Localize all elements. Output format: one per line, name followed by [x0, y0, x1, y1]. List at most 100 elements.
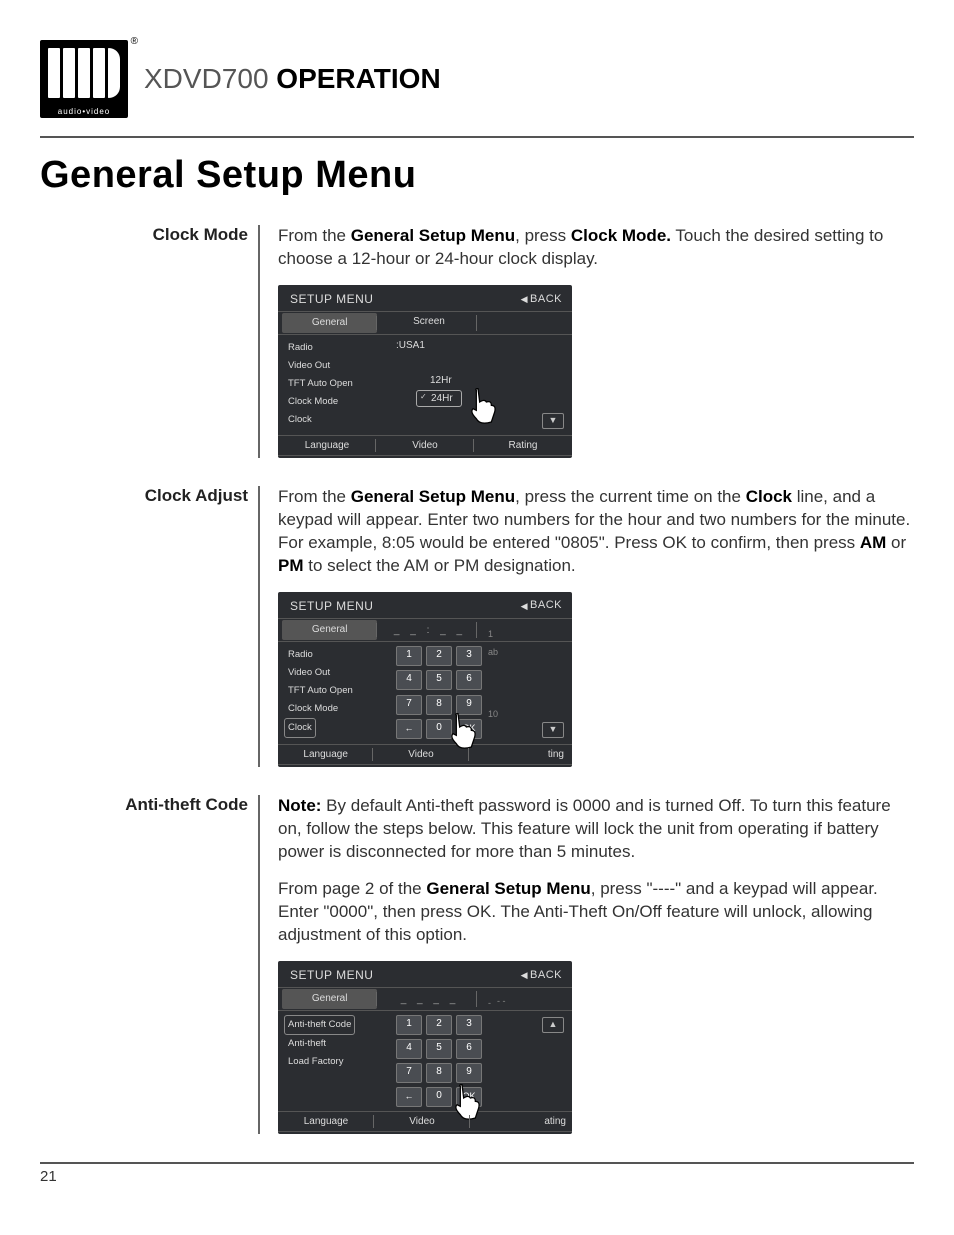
keypad-key[interactable]: 1	[396, 646, 422, 666]
keypad: 1 2 3 4 5 6 7 8 9 ← 0 OK	[396, 646, 482, 740]
brand-tagline: audio•video	[40, 107, 128, 116]
bottom-tabs: Language Video Rating	[278, 435, 572, 457]
page-number: 21	[40, 1168, 57, 1185]
radio-value: :USA1	[396, 339, 564, 353]
menu-item[interactable]: Radio	[288, 339, 388, 357]
tab-general[interactable]: General	[282, 313, 377, 333]
section-anti-theft: Anti-theft Code Note: By default Anti-th…	[40, 795, 914, 1134]
setup-menu-title: SETUP MENU	[290, 291, 373, 307]
section-label: Clock Adjust	[40, 486, 260, 767]
menu-item-selected[interactable]: Clock	[284, 718, 316, 738]
keypad-ok[interactable]: OK	[456, 1087, 482, 1107]
keypad-back-icon[interactable]: ←	[396, 1087, 422, 1107]
keypad-key[interactable]: 0	[426, 719, 452, 739]
option-24hr[interactable]: 24Hr	[416, 390, 462, 408]
section-text: From the General Setup Menu, press Clock…	[278, 225, 914, 271]
scroll-down-icon[interactable]: ▼	[542, 413, 564, 429]
section-body: From the General Setup Menu, press Clock…	[278, 225, 914, 458]
keypad-key[interactable]: 6	[456, 1039, 482, 1059]
menu-item[interactable]: Video Out	[288, 357, 388, 375]
menu-item[interactable]: Video Out	[288, 664, 388, 682]
header-rule	[40, 136, 914, 138]
section-clock-mode: Clock Mode From the General Setup Menu, …	[40, 225, 914, 458]
product-title: XDVD700 OPERATION	[144, 63, 441, 95]
keypad-key[interactable]: 9	[456, 1063, 482, 1083]
scroll-down-icon[interactable]: ▼	[542, 722, 564, 738]
page-footer: 21	[40, 1162, 914, 1185]
tab-general[interactable]: General	[282, 989, 377, 1009]
keypad-key[interactable]: 4	[396, 1039, 422, 1059]
menu-item-dimmed: Anti-theft	[288, 1035, 388, 1053]
keypad-key[interactable]: 7	[396, 1063, 422, 1083]
top-tabs: General _ _ : _ _	[278, 618, 572, 642]
back-button[interactable]: BACK	[521, 292, 562, 307]
tab-blank: _ _ : _ _	[381, 619, 476, 641]
keypad-key[interactable]: 0	[426, 1087, 452, 1107]
section-label: Clock Mode	[40, 225, 260, 458]
menu-item[interactable]: TFT Auto Open	[288, 682, 388, 700]
menu-list: Anti-theft Code Anti-theft Load Factory	[278, 1011, 388, 1111]
menu-item[interactable]: Radio	[288, 646, 388, 664]
keypad-key[interactable]: 4	[396, 670, 422, 690]
keypad-key[interactable]: 8	[426, 1063, 452, 1083]
tab-rating-partial[interactable]: ting	[469, 745, 572, 765]
section-body: Note: By default Anti-theft password is …	[278, 795, 914, 1134]
section-label: Anti-theft Code	[40, 795, 260, 1134]
menu-item[interactable]: Clock	[288, 411, 388, 429]
option-12hr[interactable]: 12Hr	[416, 374, 564, 388]
tab-language[interactable]: Language	[278, 1112, 374, 1132]
back-button[interactable]: BACK	[521, 598, 562, 613]
tab-screen[interactable]: Screen	[381, 312, 476, 334]
instruction-text: From page 2 of the General Setup Menu, p…	[278, 878, 914, 947]
tab-rating[interactable]: Rating	[474, 436, 572, 456]
operation-label: OPERATION	[276, 63, 440, 94]
tab-video[interactable]: Video	[373, 745, 468, 765]
note-text: Note: By default Anti-theft password is …	[278, 795, 914, 864]
back-button[interactable]: BACK	[521, 968, 562, 983]
section-body: From the General Setup Menu, press the c…	[278, 486, 914, 767]
keypad-key[interactable]: 2	[426, 646, 452, 666]
keypad-key[interactable]: 5	[426, 670, 452, 690]
page-header: audio•video XDVD700 OPERATION	[40, 40, 914, 118]
bottom-tabs: Language Video ating	[278, 1111, 572, 1133]
setup-menu-title: SETUP MENU	[290, 598, 373, 614]
keypad-key[interactable]: 5	[426, 1039, 452, 1059]
tab-language[interactable]: Language	[278, 745, 373, 765]
top-tabs: General _ _ _ _	[278, 987, 572, 1011]
keypad-key[interactable]: 6	[456, 670, 482, 690]
page-heading: General Setup Menu	[40, 154, 914, 197]
setup-menu-title: SETUP MENU	[290, 967, 373, 983]
time-display: _ _ : _ _	[394, 624, 466, 638]
model-number: XDVD700	[144, 63, 269, 94]
tab-blank: _ _ _ _	[381, 988, 476, 1010]
keypad: 1 2 3 4 5 6 7 8 9 ← 0 OK	[396, 1015, 482, 1107]
keypad-key[interactable]: 3	[456, 646, 482, 666]
screenshot-clock-mode: SETUP MENU BACK General Screen Radio Vid…	[278, 285, 572, 458]
keypad-ok[interactable]: OK	[456, 719, 482, 739]
keypad-key[interactable]: 7	[396, 695, 422, 715]
tab-empty	[477, 312, 572, 334]
tab-video[interactable]: Video	[376, 436, 474, 456]
keypad-key[interactable]: 8	[426, 695, 452, 715]
brand-logo: audio•video	[40, 40, 128, 118]
menu-item[interactable]: Clock Mode	[288, 393, 388, 411]
tab-language[interactable]: Language	[278, 436, 376, 456]
keypad-key[interactable]: 9	[456, 695, 482, 715]
menu-item[interactable]: Load Factory	[288, 1053, 388, 1071]
tab-general[interactable]: General	[282, 620, 377, 640]
code-display: _ _ _ _	[401, 993, 460, 1007]
keypad-key[interactable]: 2	[426, 1015, 452, 1035]
keypad-key[interactable]: 1	[396, 1015, 422, 1035]
screenshot-anti-theft: SETUP MENU BACK General _ _ _ _ Anti-the…	[278, 961, 572, 1134]
menu-item[interactable]: TFT Auto Open	[288, 375, 388, 393]
keypad-key[interactable]: 3	[456, 1015, 482, 1035]
keypad-back-icon[interactable]: ←	[396, 719, 422, 739]
menu-item[interactable]: Clock Mode	[288, 700, 388, 718]
scroll-up-icon[interactable]: ▲	[542, 1017, 564, 1033]
section-clock-adjust: Clock Adjust From the General Setup Menu…	[40, 486, 914, 767]
screenshot-clock-adjust: SETUP MENU BACK General _ _ : _ _ Radio …	[278, 592, 572, 768]
menu-item-selected[interactable]: Anti-theft Code	[284, 1015, 355, 1035]
tab-video[interactable]: Video	[374, 1112, 470, 1132]
tab-rating-partial[interactable]: ating	[470, 1112, 572, 1132]
section-text: From the General Setup Menu, press the c…	[278, 486, 914, 578]
